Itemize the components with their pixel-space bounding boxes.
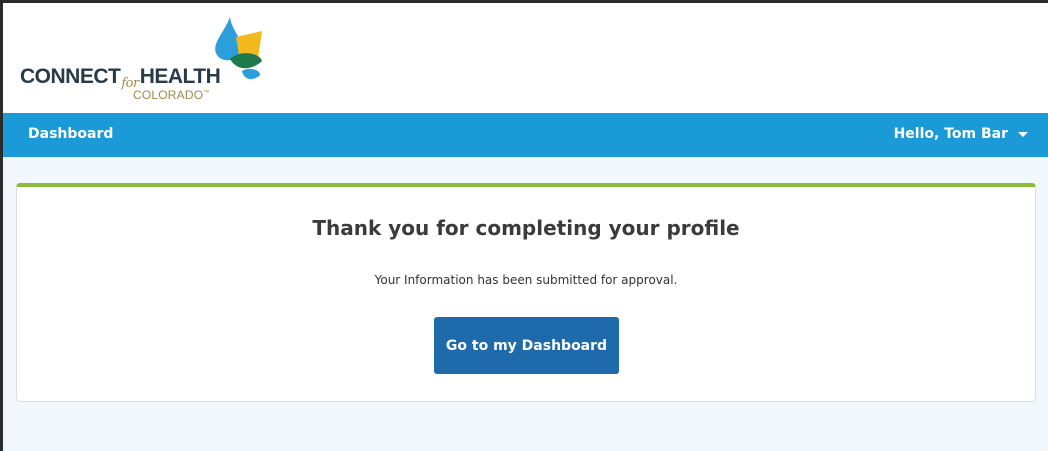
main-content: Thank you for completing your profile Yo… [3,157,1048,451]
confirmation-message: Your Information has been submitted for … [374,273,678,287]
confirmation-card: Thank you for completing your profile Yo… [16,183,1036,402]
chevron-down-icon [1018,131,1028,137]
nav-dashboard-link[interactable]: Dashboard [28,126,113,142]
logo-connect-text: CONNECT [20,65,121,88]
logo-health-text: HEALTH [139,65,221,88]
connect-for-health-logo[interactable]: CONNECTforHEALTH COLORADO™ [20,15,270,115]
logo-colorado-text: COLORADO™ [133,88,209,102]
user-greeting: Hello, Tom Bar [893,126,1008,142]
logo-wordmark: CONNECTforHEALTH [20,65,221,91]
page-title: Thank you for completing your profile [312,216,740,240]
logo-subtitle: COLORADO [133,88,204,102]
site-header: CONNECTforHEALTH COLORADO™ [3,3,1048,113]
go-to-dashboard-button[interactable]: Go to my Dashboard [434,317,619,374]
user-menu-toggle[interactable]: Hello, Tom Bar [894,126,1028,142]
top-navbar: Dashboard Hello, Tom Bar [3,113,1048,157]
logo-trademark: ™ [203,90,210,96]
